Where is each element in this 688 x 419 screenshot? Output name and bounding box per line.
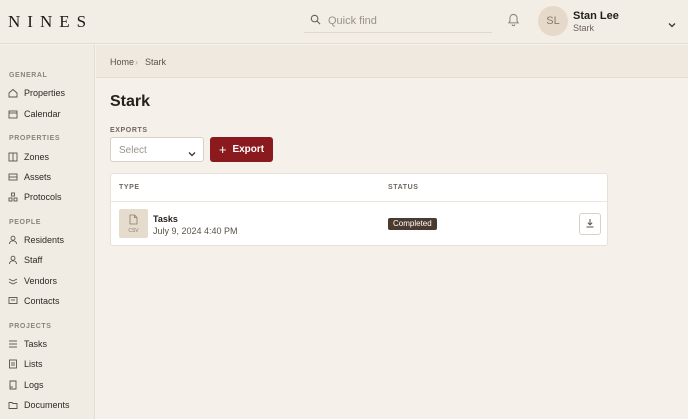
sidebar-item-residents[interactable]: Residents — [8, 232, 90, 248]
plus-icon: + — [218, 141, 227, 157]
sidebar-item-vendors[interactable]: Vendors — [8, 273, 90, 289]
sidebar-item-assets[interactable]: Assets — [8, 169, 90, 185]
properties-icon — [8, 88, 18, 98]
sidebar-item-label: Protocols — [24, 192, 62, 202]
tasks-icon — [8, 339, 18, 349]
sidebar-section-people: PEOPLE — [9, 219, 41, 226]
search-input[interactable]: Quick find — [328, 15, 377, 27]
file-icon — [129, 214, 138, 228]
export-date: July 9, 2024 4:40 PM — [153, 226, 238, 236]
export-type-select[interactable]: Select — [110, 137, 204, 162]
sidebar-item-tasks[interactable]: Tasks — [8, 336, 90, 352]
sidebar-item-label: Tasks — [24, 339, 48, 349]
sidebar-item-documents[interactable]: Documents — [8, 397, 90, 413]
sidebar-item-lists[interactable]: Lists — [8, 356, 90, 372]
user-org: Stark — [573, 23, 595, 33]
sidebar-section-properties: PROPERTIES — [9, 135, 61, 142]
breadcrumb-home[interactable]: Home — [110, 57, 134, 67]
sidebar-item-contacts[interactable]: Contacts — [8, 293, 90, 309]
sidebar-section-general: GENERAL — [9, 72, 48, 79]
sidebar-section-projects: PROJECTS — [9, 323, 52, 330]
column-header-type: TYPE — [119, 184, 140, 191]
sidebar-item-staff[interactable]: Staff — [8, 252, 90, 268]
column-header-status: STATUS — [388, 184, 419, 191]
search-bar[interactable]: Quick find — [304, 9, 492, 33]
sidebar-item-label: Vendors — [24, 276, 58, 286]
assets-icon — [8, 172, 18, 182]
calendar-icon — [8, 109, 18, 119]
export-button[interactable]: + Export — [210, 137, 273, 162]
sidebar-item-properties[interactable]: Properties — [8, 85, 90, 101]
download-button[interactable] — [579, 213, 601, 235]
contacts-icon — [8, 296, 18, 306]
sidebar-item-calendar[interactable]: Calendar — [8, 106, 90, 122]
top-bar: NINES Quick find SL Stan Lee Stark — [0, 0, 688, 44]
breadcrumb-current: Stark — [145, 57, 167, 67]
sidebar-item-label: Documents — [24, 400, 70, 410]
protocols-icon — [8, 192, 18, 202]
logs-icon — [8, 380, 18, 390]
chevron-down-icon — [188, 146, 196, 160]
chevron-down-icon[interactable] — [668, 17, 676, 31]
sidebar-item-logs[interactable]: Logs — [8, 377, 90, 393]
sidebar: GENERAL Properties Calendar PROPERTIES Z… — [0, 45, 95, 419]
divider — [111, 201, 607, 202]
residents-icon — [8, 235, 18, 245]
download-icon — [585, 217, 595, 231]
exports-label: EXPORTS — [110, 127, 148, 134]
status-badge: Completed — [388, 218, 437, 230]
export-name: Tasks — [153, 214, 178, 224]
sidebar-item-protocols[interactable]: Protocols — [8, 189, 90, 205]
sidebar-item-label: Residents — [24, 235, 65, 245]
zones-icon — [8, 152, 18, 162]
sidebar-item-label: Staff — [24, 255, 43, 265]
avatar[interactable]: SL — [538, 6, 568, 36]
breadcrumb-separator: › — [135, 57, 138, 67]
export-button-label: Export — [232, 144, 265, 155]
staff-icon — [8, 255, 18, 265]
sidebar-item-label: Properties — [24, 88, 66, 98]
sidebar-item-label: Calendar — [24, 109, 61, 119]
sidebar-item-label: Lists — [24, 359, 43, 369]
select-placeholder: Select — [119, 145, 147, 156]
file-type-label: CSV — [128, 228, 139, 234]
sidebar-item-label: Contacts — [24, 296, 60, 306]
sidebar-item-zones[interactable]: Zones — [8, 149, 90, 165]
page-title: Stark — [110, 93, 151, 110]
sidebar-item-label: Zones — [24, 152, 50, 162]
search-icon — [310, 14, 321, 28]
app-logo[interactable]: NINES — [8, 12, 93, 32]
lists-icon — [8, 359, 18, 369]
documents-icon — [8, 400, 18, 410]
breadcrumb: Home › Stark — [96, 45, 688, 78]
user-name[interactable]: Stan Lee — [573, 10, 619, 22]
sidebar-item-label: Assets — [24, 172, 52, 182]
exports-table: TYPE STATUS CSV Tasks July 9, 2024 4:40 … — [110, 173, 608, 246]
vendors-icon — [8, 276, 18, 286]
bell-icon[interactable] — [507, 13, 520, 30]
file-thumbnail: CSV — [119, 209, 148, 238]
sidebar-item-label: Logs — [24, 380, 44, 390]
